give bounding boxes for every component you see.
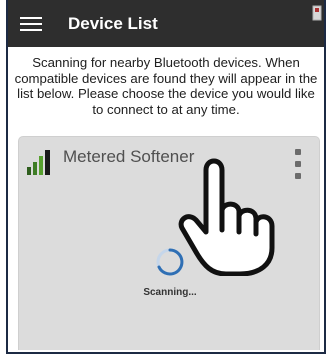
page-title: Device List [68,13,158,33]
hamburger-menu-icon[interactable] [20,16,42,31]
signal-strength-icon [27,150,50,175]
pointing-hand-icon [178,158,275,276]
scan-description: Scanning for nearby Bluetooth devices. W… [14,55,318,117]
status-marker-icon [312,5,322,21]
app-bar: Device List [8,0,324,47]
scanning-label: Scanning... [143,287,197,298]
app-frame: Device List Scanning for nearby Bluetoot… [6,0,326,354]
more-vertical-icon[interactable] [295,149,301,179]
device-name: Metered Softener [63,147,195,166]
